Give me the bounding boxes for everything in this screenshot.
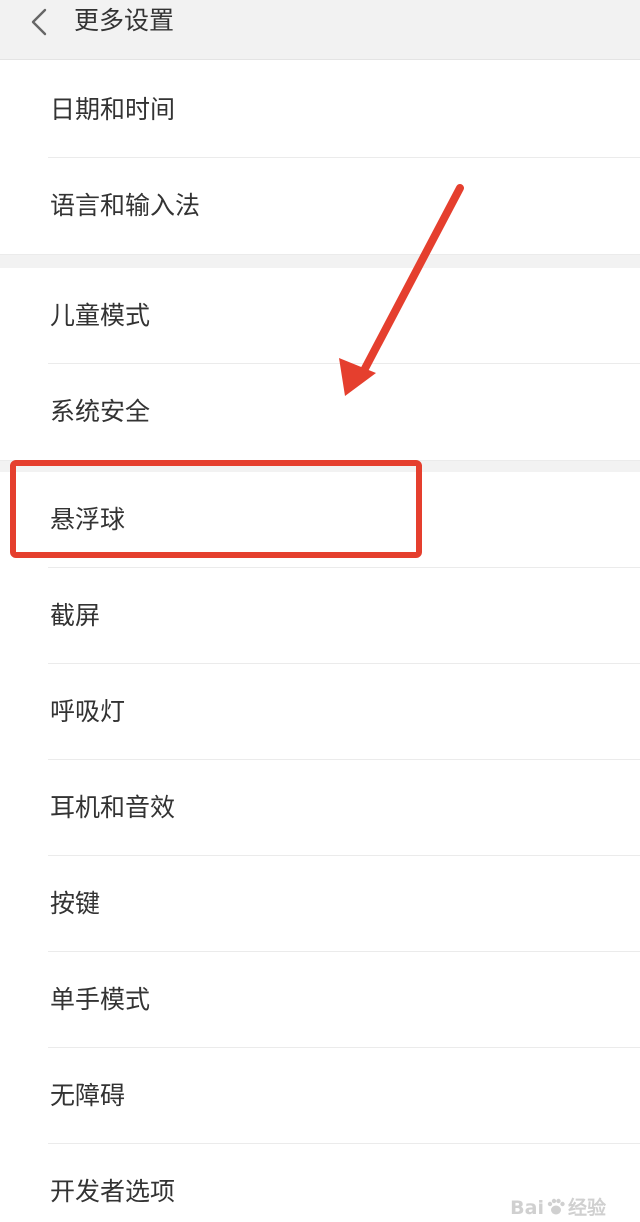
setting-item-label: 系统安全 [50,397,151,426]
setting-item-language-input[interactable]: 语言和输入法 [0,158,640,254]
chevron-left-icon [31,8,47,36]
setting-item-date-time[interactable]: 日期和时间 [0,62,640,158]
setting-item-accessibility[interactable]: 无障碍 [0,1048,640,1144]
page-title: 更多设置 [74,6,175,35]
section-divider [0,254,640,268]
back-button[interactable] [22,4,56,40]
setting-item-breathing-light[interactable]: 呼吸灯 [0,664,640,760]
setting-item-label: 单手模式 [50,985,151,1014]
settings-screen: 更多设置 日期和时间 语言和输入法 儿童模式 系统安全 悬浮球 截屏 呼吸灯 耳… [0,0,640,1222]
watermark: Bai 经验 [510,1193,606,1220]
setting-item-label: 耳机和音效 [50,793,176,822]
setting-item-label: 按键 [50,889,101,918]
setting-item-label: 截屏 [50,601,101,630]
setting-item-label: 儿童模式 [50,301,151,330]
setting-item-system-security[interactable]: 系统安全 [0,364,640,460]
watermark-brand-left: Bai [510,1197,544,1219]
top-bar: 更多设置 [0,0,640,60]
setting-item-label: 无障碍 [50,1081,126,1110]
setting-item-screenshot[interactable]: 截屏 [0,568,640,664]
setting-item-one-handed-mode[interactable]: 单手模式 [0,952,640,1048]
highlight-box [10,460,422,558]
setting-item-buttons[interactable]: 按键 [0,856,640,952]
setting-item-kids-mode[interactable]: 儿童模式 [0,268,640,364]
settings-group-2: 儿童模式 系统安全 [0,268,640,460]
setting-item-headphones-audio[interactable]: 耳机和音效 [0,760,640,856]
settings-group-1: 日期和时间 语言和输入法 [0,62,640,254]
settings-group-3: 悬浮球 截屏 呼吸灯 耳机和音效 按键 单手模式 无障碍 开发者选项 [0,472,640,1222]
watermark-brand-right: 经验 [567,1197,606,1219]
setting-item-label: 呼吸灯 [50,697,126,726]
setting-item-label: 日期和时间 [50,95,176,124]
paw-icon [547,1198,565,1215]
setting-item-label: 语言和输入法 [50,191,201,220]
setting-item-label: 开发者选项 [50,1177,176,1206]
